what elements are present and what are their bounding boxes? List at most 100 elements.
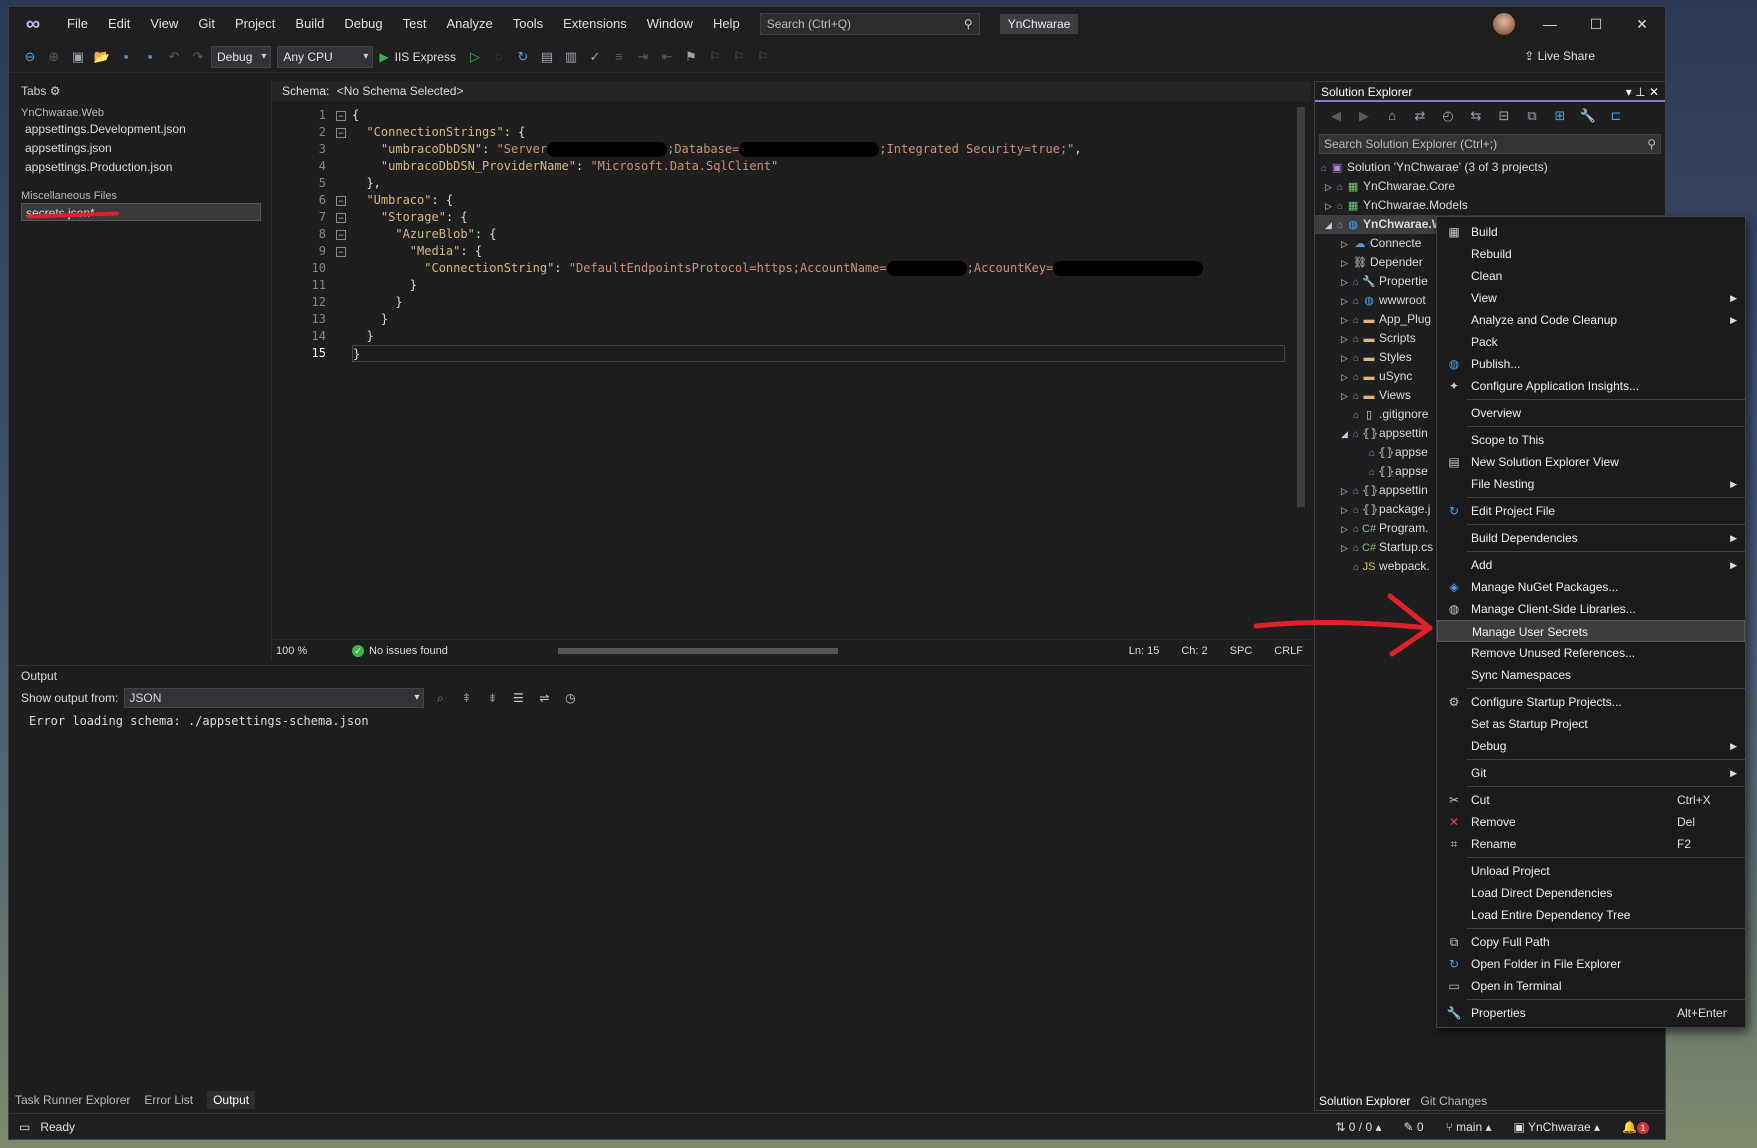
indent-mode[interactable]: SPC xyxy=(1230,645,1253,657)
menu-item-new-solution-explorer-view[interactable]: ▤ New Solution Explorer View xyxy=(1437,451,1745,473)
search-input[interactable]: Search (Ctrl+Q) ⚲ xyxy=(759,13,980,35)
menu-item-set-as-startup-project[interactable]: Set as Startup Project xyxy=(1437,713,1745,735)
menu-item-file-nesting[interactable]: File Nesting ▶ xyxy=(1437,473,1745,495)
scrollbar-thumb[interactable] xyxy=(1297,107,1305,507)
menu-item-clean[interactable]: Clean xyxy=(1437,265,1745,287)
open-icon[interactable]: 📂 xyxy=(91,46,113,68)
scrollbar-thumb[interactable] xyxy=(557,647,838,654)
pending-changes-icon[interactable]: ◴ xyxy=(1437,105,1459,127)
menu-item-unload-project[interactable]: Unload Project xyxy=(1437,860,1745,882)
redo-icon[interactable]: ↷ xyxy=(187,46,209,68)
menu-item-copy-full-path[interactable]: ⧉ Copy Full Path xyxy=(1437,931,1745,953)
fold-toggle-icon[interactable]: − xyxy=(336,213,346,223)
menu-item-remove-unused-references[interactable]: Remove Unused References... xyxy=(1437,642,1745,664)
attach-icon[interactable]: ◌ xyxy=(488,46,510,68)
layout-icon[interactable]: ▥ xyxy=(560,46,582,68)
menu-item-build-dependencies[interactable]: Build Dependencies ▶ xyxy=(1437,527,1745,549)
zoom-select[interactable]: 100 % xyxy=(272,645,332,657)
properties-icon[interactable]: 🔧 xyxy=(1577,105,1599,127)
collapse-all-icon[interactable]: ⊟ xyxy=(1493,105,1515,127)
menu-item-open-folder-in-file-explorer[interactable]: ↻ Open Folder in File Explorer xyxy=(1437,953,1745,975)
expand-icon[interactable]: ▷ xyxy=(1325,197,1337,216)
menu-item-build[interactable]: ▦ Build xyxy=(1437,221,1745,243)
start-without-debug-icon[interactable]: ▷ xyxy=(464,46,486,68)
menu-item-manage-client-side-libraries[interactable]: ◍ Manage Client-Side Libraries... xyxy=(1437,598,1745,620)
menu-item-sync-namespaces[interactable]: Sync Namespaces xyxy=(1437,664,1745,686)
solution-explorer-search[interactable]: Search Solution Explorer (Ctrl+;) ⚲ xyxy=(1319,134,1661,154)
output-window-icon[interactable]: ▭ xyxy=(19,1120,30,1134)
find-message-icon[interactable]: ⌕ xyxy=(430,691,450,706)
expand-icon[interactable]: ▷ xyxy=(1341,387,1353,406)
tab-secrets[interactable]: secrets.json* xyxy=(21,203,261,221)
expand-icon[interactable]: ▷ xyxy=(1341,501,1353,520)
menu-debug[interactable]: Debug xyxy=(334,7,392,41)
run-button[interactable]: ▶ IIS Express xyxy=(379,50,456,64)
forward-icon[interactable]: ▶ xyxy=(1353,105,1375,127)
tab-appsettings-development[interactable]: appsettings.Development.json xyxy=(15,120,271,138)
fold-toggle-icon[interactable]: − xyxy=(336,111,346,121)
menu-item-configure-application-insights[interactable]: ✦ Configure Application Insights... xyxy=(1437,375,1745,397)
editor-horizontal-scrollbar[interactable] xyxy=(548,647,1128,655)
refresh-icon[interactable]: ↻ xyxy=(512,46,534,68)
align-icon[interactable]: ≡ xyxy=(608,46,630,68)
expand-icon[interactable]: ▷ xyxy=(1341,539,1353,558)
word-wrap-icon[interactable]: ⇌ xyxy=(534,691,554,705)
avatar[interactable] xyxy=(1493,13,1515,35)
menu-item-open-in-terminal[interactable]: ▭ Open in Terminal xyxy=(1437,975,1745,997)
menu-item-view[interactable]: View ▶ xyxy=(1437,287,1745,309)
menu-item-rebuild[interactable]: Rebuild xyxy=(1437,243,1745,265)
collapse-icon[interactable]: ◢ xyxy=(1325,216,1337,235)
menu-item-edit-project-file[interactable]: ↻ Edit Project File xyxy=(1437,500,1745,522)
new-project-icon[interactable]: ▣ xyxy=(67,46,89,68)
menu-item-manage-nuget-packages[interactable]: ◈ Manage NuGet Packages... xyxy=(1437,576,1745,598)
switch-views-icon[interactable]: ⇄ xyxy=(1409,105,1431,127)
expand-icon[interactable]: ▷ xyxy=(1341,254,1353,273)
browser-icon[interactable]: ▤ xyxy=(536,46,558,68)
repo-selector[interactable]: ▣ YnChwarae ▴ xyxy=(1514,1120,1601,1134)
menu-item-manage-user-secrets[interactable]: Manage User Secrets xyxy=(1437,620,1745,642)
menu-item-scope-to-this[interactable]: Scope to This xyxy=(1437,429,1745,451)
tab-solution-explorer[interactable]: Solution Explorer xyxy=(1319,1094,1410,1108)
menu-item-add[interactable]: Add ▶ xyxy=(1437,554,1745,576)
issues-indicator[interactable]: ✓ No issues found xyxy=(352,644,448,657)
pending-changes[interactable]: ✎ 0 xyxy=(1404,1120,1424,1134)
menu-item-load-entire-dependency-tree[interactable]: Load Entire Dependency Tree xyxy=(1437,904,1745,926)
prev-bookmark-icon[interactable]: ⚐ xyxy=(704,46,726,68)
sync-icon[interactable]: ⇆ xyxy=(1465,105,1487,127)
editor-vertical-scrollbar[interactable] xyxy=(1295,107,1307,637)
menu-git[interactable]: Git xyxy=(188,7,225,41)
undo-icon[interactable]: ↶ xyxy=(163,46,185,68)
menu-item-properties[interactable]: 🔧 Properties Alt+Enter xyxy=(1437,1002,1745,1024)
notifications-button[interactable]: 🔔 1 xyxy=(1622,1120,1649,1134)
copy-icon[interactable]: ⧉ xyxy=(1521,105,1543,127)
expand-icon[interactable]: ▷ xyxy=(1341,349,1353,368)
tab-appsettings[interactable]: appsettings.json xyxy=(15,139,271,157)
home-icon[interactable]: ⌂ xyxy=(1381,105,1403,127)
tree-solution[interactable]: ⌂ ▣ Solution 'YnChwarae' (3 of 3 projects) xyxy=(1315,158,1665,177)
tree-project[interactable]: ▷ ⌂ ▦ YnChwarae.Models xyxy=(1315,196,1665,215)
back-icon[interactable]: ◀ xyxy=(1325,105,1347,127)
tab-error-list[interactable]: Error List xyxy=(144,1093,193,1107)
save-icon[interactable]: ▪ xyxy=(115,46,137,68)
menu-item-pack[interactable]: Pack xyxy=(1437,331,1745,353)
menu-item-load-direct-dependencies[interactable]: Load Direct Dependencies xyxy=(1437,882,1745,904)
menu-build[interactable]: Build xyxy=(285,7,334,41)
menu-analyze[interactable]: Analyze xyxy=(436,7,502,41)
pin-close-icons[interactable]: ▾ ⊥ ✕ xyxy=(1626,82,1665,102)
expand-icon[interactable]: ▷ xyxy=(1341,482,1353,501)
expand-icon[interactable]: ▷ xyxy=(1341,273,1353,292)
expand-icon[interactable]: ▷ xyxy=(1341,311,1353,330)
live-share-button[interactable]: ⇪ Live Share xyxy=(1524,49,1595,63)
next-bookmark-icon[interactable]: ⚐ xyxy=(728,46,750,68)
menu-item-remove[interactable]: ✕ Remove Del xyxy=(1437,811,1745,833)
expand-icon[interactable]: ▷ xyxy=(1341,235,1353,254)
maximize-icon[interactable]: ☐ xyxy=(1573,7,1619,41)
sync-status[interactable]: ⇅ 0 / 0 ▴ xyxy=(1335,1120,1381,1134)
show-all-files-icon[interactable]: ⊞ xyxy=(1549,105,1571,127)
tree-project[interactable]: ▷ ⌂ ▦ YnChwarae.Core xyxy=(1315,177,1665,196)
platform-select[interactable]: Any CPU xyxy=(277,45,374,68)
indent-icon[interactable]: ⇥ xyxy=(632,46,654,68)
menu-extensions[interactable]: Extensions xyxy=(553,7,637,41)
menu-item-debug[interactable]: Debug ▶ xyxy=(1437,735,1745,757)
menu-item-overview[interactable]: Overview xyxy=(1437,402,1745,424)
